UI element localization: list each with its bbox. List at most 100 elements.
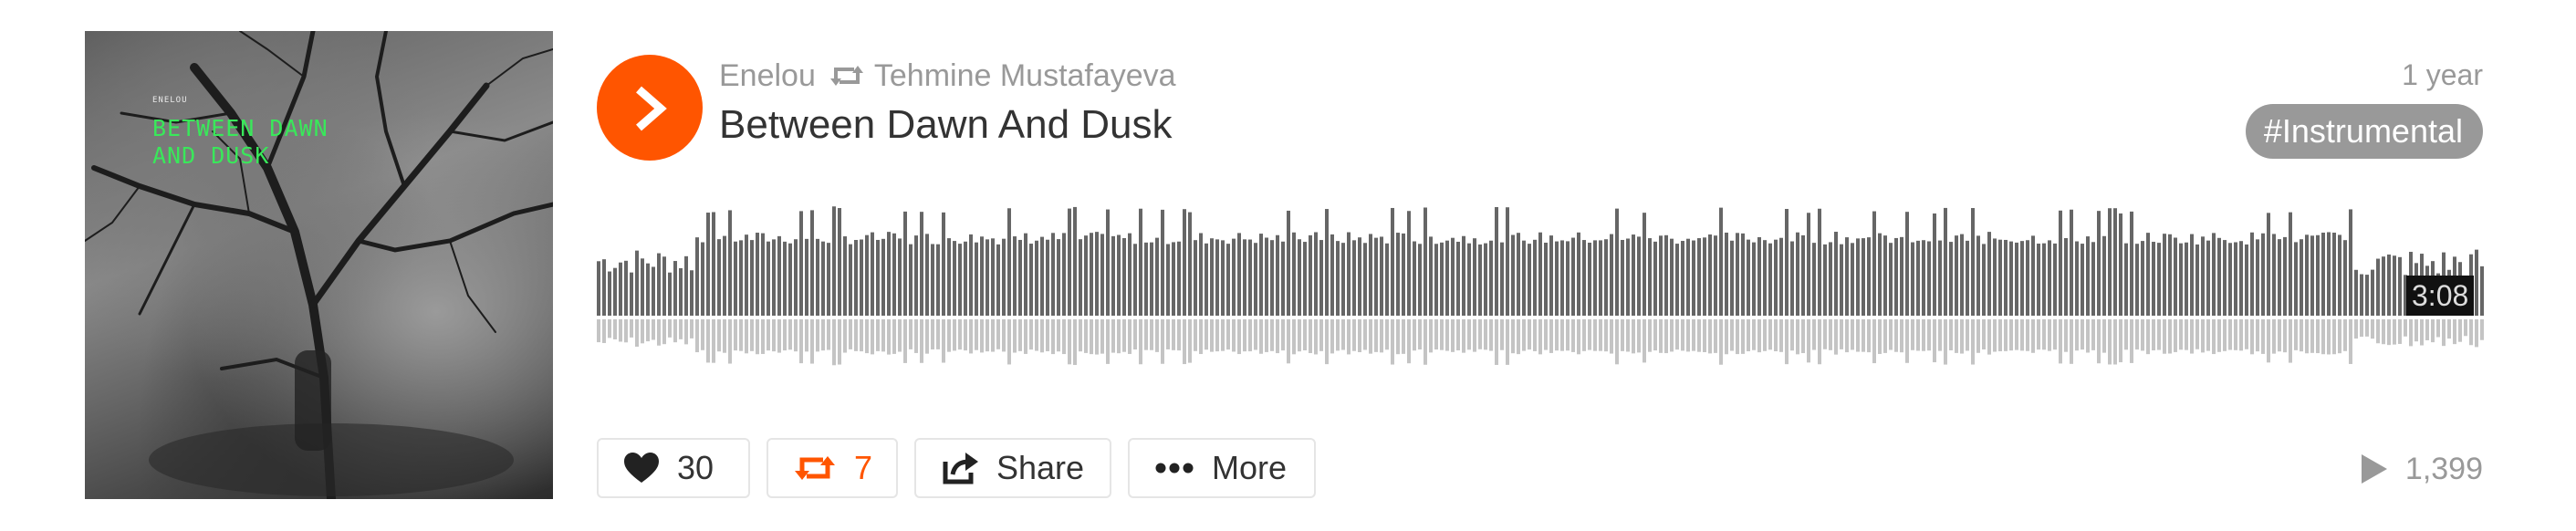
waveform-bar xyxy=(728,210,732,316)
waveform-bar xyxy=(1851,243,1854,316)
waveform-reflection-bar xyxy=(1456,319,1460,351)
waveform-reflection-bar xyxy=(1303,319,1307,350)
waveform-bar xyxy=(996,244,1000,316)
waveform-reflection-bar xyxy=(646,319,650,342)
waveform-reflection-bar xyxy=(1451,319,1455,352)
waveform-reflection-bar xyxy=(876,319,880,351)
play-button[interactable] xyxy=(597,55,703,161)
waveform-reflection-bar xyxy=(1599,319,1602,351)
waveform-reflection-bar xyxy=(1708,319,1712,354)
waveform-bar xyxy=(2289,212,2292,316)
waveform-bar xyxy=(1894,237,1898,316)
waveform-reflection-bar xyxy=(630,319,633,338)
waveform-bar xyxy=(1955,235,1958,316)
waveform-reflection-bar xyxy=(1276,319,1279,354)
waveform-bar xyxy=(1232,238,1236,316)
waveform-bar xyxy=(712,212,715,316)
share-button[interactable]: Share xyxy=(914,438,1111,498)
waveform-bar xyxy=(602,259,606,316)
waveform-reflection-bar xyxy=(2113,319,2117,365)
waveform-reflection-bar xyxy=(2228,319,2232,350)
waveform-bar xyxy=(1785,209,1789,316)
waveform-reflection-bar xyxy=(2020,319,2024,351)
waveform-bar xyxy=(1637,236,1641,316)
track-title[interactable]: Between Dawn And Dusk xyxy=(719,102,1173,148)
waveform-bar xyxy=(1966,240,1969,316)
waveform-bar xyxy=(1374,237,1378,316)
waveform-bar xyxy=(2475,249,2478,316)
waveform-reflection-bar xyxy=(788,319,792,350)
waveform-reflection-bar xyxy=(1736,319,1739,355)
play-count-stat: 1,399 xyxy=(2361,447,2483,491)
waveform-reflection-bar xyxy=(2086,319,2090,353)
waveform-bar xyxy=(1659,235,1663,316)
waveform-bar xyxy=(2387,254,2391,316)
waveform-bar xyxy=(1095,232,1099,316)
waveform-bar xyxy=(2212,233,2216,316)
waveform-reflection-bar xyxy=(1177,319,1181,351)
waveform-bar xyxy=(1653,241,1657,316)
more-button[interactable]: More xyxy=(1128,438,1316,498)
waveform-reflection-bar xyxy=(2097,319,2101,364)
waveform-reflection-bar xyxy=(1900,319,1903,353)
waveform-reflection-bar xyxy=(816,319,819,352)
waveform-reflection-bar xyxy=(597,319,600,343)
reposter-link[interactable]: Tehmine Mustafayeva xyxy=(874,58,1176,94)
waveform-reflection-bar xyxy=(1402,319,1405,354)
waveform-reflection-bar xyxy=(1424,319,1427,365)
waveform-bar xyxy=(942,212,945,316)
waveform-bar xyxy=(821,241,825,316)
waveform[interactable] xyxy=(597,192,2486,374)
waveform-bar xyxy=(2059,210,2062,316)
waveform-reflection-bar xyxy=(1057,319,1060,352)
waveform-reflection-bar xyxy=(1812,319,1816,350)
waveform-bar xyxy=(871,232,874,316)
like-button[interactable]: 30 xyxy=(597,438,750,498)
time-ago: 1 year xyxy=(2402,58,2483,91)
waveform-reflection-bar xyxy=(2250,319,2254,355)
waveform-bar xyxy=(2086,236,2090,316)
waveform-reflection-bar xyxy=(2124,319,2128,350)
waveform-bar xyxy=(2300,239,2303,316)
waveform-reflection-bar xyxy=(1818,319,1821,365)
waveform-bar xyxy=(608,271,611,316)
waveform-reflection-bar xyxy=(942,319,945,363)
waveform-bar xyxy=(777,235,781,316)
waveform-reflection-bar xyxy=(2064,319,2068,352)
waveform-reflection-bar xyxy=(1287,319,1290,364)
genre-tag[interactable]: # Instrumental xyxy=(2245,104,2483,159)
waveform-reflection-bar xyxy=(2256,319,2259,352)
waveform-reflection-bar xyxy=(920,319,923,363)
waveform-reflection-bar xyxy=(701,319,704,350)
repost-icon xyxy=(794,452,836,484)
track-artwork[interactable]: ENELOU BETWEEN DAWN AND DUSK xyxy=(85,31,553,499)
waveform-reflection-bar xyxy=(1626,319,1630,352)
waveform-bar xyxy=(1128,233,1132,316)
waveform-reflection-bar xyxy=(1653,319,1657,351)
waveform-reflection-bar xyxy=(1024,319,1027,354)
waveform-bar xyxy=(1500,242,1504,316)
waveform-bar xyxy=(2371,269,2374,316)
waveform-bar xyxy=(1413,241,1416,316)
waveform-reflection-bar xyxy=(2469,319,2473,346)
waveform-bar xyxy=(1927,241,1931,316)
repost-button[interactable]: 7 xyxy=(767,438,898,498)
waveform-bar xyxy=(1549,235,1553,316)
waveform-bar xyxy=(1133,244,1137,316)
waveform-reflection-bar xyxy=(1714,319,1717,353)
waveform-bar xyxy=(980,236,984,316)
waveform-reflection-bar xyxy=(1478,319,1482,349)
uploader-link[interactable]: Enelou xyxy=(719,58,816,94)
waveform-bar xyxy=(1424,207,1427,316)
waveform-bar xyxy=(1270,240,1274,316)
waveform-bar xyxy=(624,260,628,316)
waveform-reflection-bar xyxy=(1319,319,1323,351)
waveform-reflection-bar xyxy=(728,319,732,364)
waveform-reflection-bar xyxy=(1883,319,1887,353)
waveform-reflection-bar xyxy=(684,319,688,345)
waveform-bar xyxy=(2217,237,2221,316)
waveform-bar xyxy=(788,243,792,316)
waveform-bar xyxy=(706,213,710,316)
waveform-bar xyxy=(865,234,869,316)
waveform-reflection-bar xyxy=(2119,319,2122,363)
